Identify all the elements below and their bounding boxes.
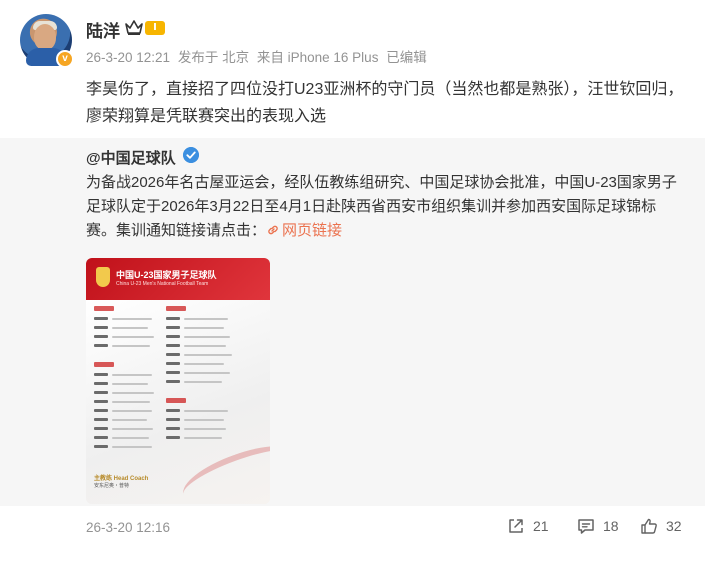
poster-subtitle: China U-23 Men's National Football Team xyxy=(116,281,209,287)
repost-card[interactable]: @中国足球队 为备战2026年名古屋亚运会，经队伍教练组研究、中国足球协会批准，… xyxy=(0,138,705,506)
roster-row xyxy=(94,442,154,451)
comment-icon xyxy=(578,519,594,534)
web-link-label: 网页链接 xyxy=(282,222,343,239)
roster-section-tag xyxy=(166,398,186,403)
post-location: 发布于 北京 xyxy=(177,50,250,65)
repost-text: 为备战2026年名古屋亚运会，经队伍教练组研究、中国足球协会批准，中国U-23国… xyxy=(86,171,686,243)
repost-time[interactable]: 26-3-20 12:16 xyxy=(86,520,170,535)
comment-count: 18 xyxy=(603,518,619,534)
post-time[interactable]: 26-3-20 12:21 xyxy=(86,50,170,65)
roster-row xyxy=(166,341,232,350)
roster-row xyxy=(94,433,154,442)
cfa-emblem-icon xyxy=(96,267,110,287)
roster-row xyxy=(166,415,232,424)
roster-row xyxy=(94,314,154,323)
like-button[interactable]: 32 xyxy=(640,517,682,535)
roster-row xyxy=(94,388,154,397)
roster-row xyxy=(94,406,154,415)
roster-row xyxy=(166,424,232,433)
roster-row xyxy=(166,314,232,323)
link-icon xyxy=(268,225,278,235)
post-source: 来自 iPhone 16 Plus xyxy=(256,50,379,65)
roster-section-tag xyxy=(94,306,114,311)
roster-row xyxy=(166,368,232,377)
repost-button[interactable]: 21 xyxy=(507,517,549,535)
repost-icon xyxy=(509,519,523,533)
roster-section-tag xyxy=(166,306,186,311)
comment-button[interactable]: 18 xyxy=(577,517,619,535)
like-count: 32 xyxy=(666,518,682,534)
level-badge: Ⅰ xyxy=(145,21,165,35)
roster-row xyxy=(94,370,154,379)
coach-name: 安东尼奥・普特 xyxy=(94,483,130,489)
roster-row xyxy=(94,415,154,424)
poster-roster: 主教练 Head Coach 安东尼奥・普特 xyxy=(86,300,270,504)
roster-row xyxy=(166,323,232,332)
roster-row xyxy=(94,397,154,406)
roster-row xyxy=(166,406,232,415)
web-link[interactable]: 网页链接 xyxy=(266,222,342,239)
edited-label[interactable]: 已编辑 xyxy=(386,50,427,65)
verified-icon xyxy=(183,147,199,163)
crown-icon xyxy=(125,20,143,35)
poster-header: 中国U-23国家男子足球队 China U-23 Men's National … xyxy=(86,258,270,300)
post-meta: 26-3-20 12:21 发布于 北京 来自 iPhone 16 Plus 已… xyxy=(86,46,431,66)
roster-poster-image[interactable]: 中国U-23国家男子足球队 China U-23 Men's National … xyxy=(86,258,270,504)
avatar-face xyxy=(34,24,56,50)
roster-row xyxy=(166,359,232,368)
repost-author[interactable]: @中国足球队 xyxy=(86,147,176,168)
coach-label: 主教练 Head Coach xyxy=(94,476,149,482)
roster-row xyxy=(94,379,154,388)
roster-col-right xyxy=(166,306,232,442)
post-text: 李昊伤了，直接招了四位没打U23亚洲杯的守门员（当然也都是熟张），汪世钦回归，廖… xyxy=(86,81,684,125)
roster-row xyxy=(166,350,232,359)
roster-row xyxy=(94,341,154,350)
roster-row xyxy=(94,332,154,341)
v-badge-icon: v xyxy=(56,50,74,68)
avatar[interactable]: v xyxy=(20,14,74,68)
author-name[interactable]: 陆洋 xyxy=(86,17,120,42)
roster-row xyxy=(94,323,154,332)
repost-body: 为备战2026年名古屋亚运会，经队伍教练组研究、中国足球协会批准，中国U-23国… xyxy=(86,174,677,239)
poster-swoosh xyxy=(176,434,270,504)
weibo-post: v 陆洋 Ⅰ 26-3-20 12:21 发布于 北京 来自 iPhone 16… xyxy=(0,0,705,566)
repost-count: 21 xyxy=(533,518,549,534)
roster-row xyxy=(94,424,154,433)
poster-title: 中国U-23国家男子足球队 xyxy=(116,270,217,280)
roster-row xyxy=(166,332,232,341)
like-icon xyxy=(641,518,657,534)
roster-col-left xyxy=(94,306,154,451)
roster-row xyxy=(166,377,232,386)
roster-section-tag xyxy=(94,362,114,367)
roster-row xyxy=(166,433,232,442)
